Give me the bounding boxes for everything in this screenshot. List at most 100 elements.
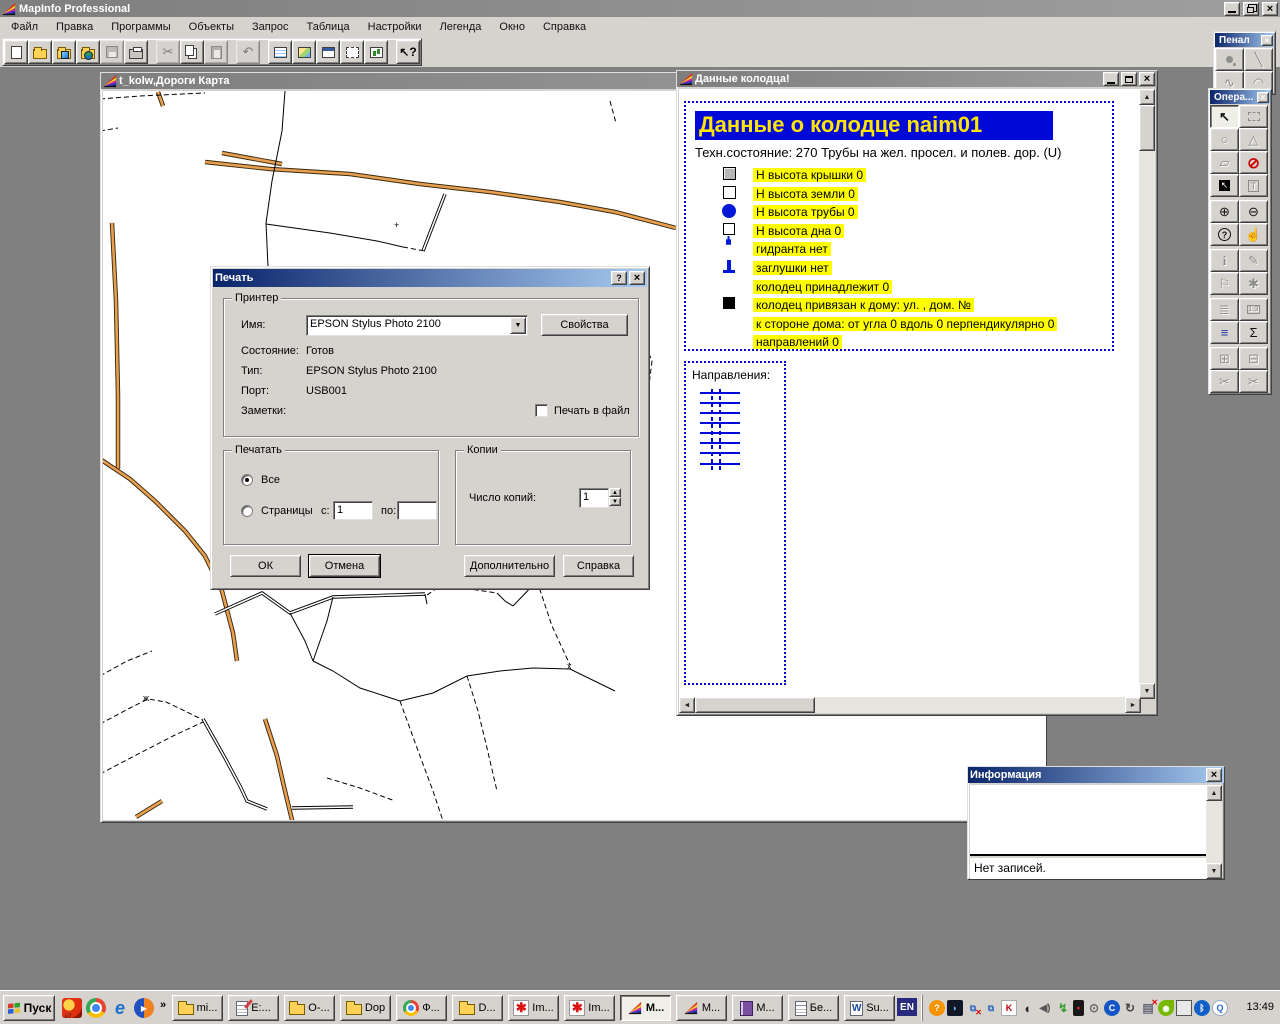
pages-from-input[interactable]: 1 (333, 501, 373, 520)
change-view-tool[interactable]: ? (1210, 223, 1239, 246)
taskbar-task-11[interactable]: M... (732, 995, 783, 1021)
well-horizontal-scrollbar[interactable]: ◄ ► (679, 697, 1141, 713)
copy-button[interactable] (180, 40, 204, 64)
printer-error-tray-icon[interactable]: ▤✕ (1140, 1000, 1156, 1016)
ruler-tool[interactable]: 1.3 (1239, 298, 1268, 321)
undo-button[interactable]: ↶ (236, 40, 260, 64)
paint-v7-icon[interactable]: v7 (62, 998, 82, 1018)
graph-select-tool[interactable]: T (1239, 174, 1268, 197)
volume-tray-icon[interactable]: ◀) (1037, 1000, 1053, 1016)
info-window-titlebar[interactable]: Информация × (968, 767, 1224, 783)
scroll-down-button[interactable]: ▼ (1139, 683, 1155, 699)
messenger-question-tray-icon[interactable]: ? (929, 1000, 945, 1016)
print-pages-radio[interactable] (241, 505, 253, 517)
taskbar-task-9[interactable]: M... (620, 995, 671, 1021)
copies-input[interactable]: 1 (579, 488, 609, 508)
open-workspace-button[interactable] (52, 40, 76, 64)
new-browser-button[interactable] (268, 40, 292, 64)
taskbar-task-5[interactable]: Ф... (396, 995, 447, 1021)
menu-файл[interactable]: Файл (2, 19, 47, 35)
pencil-toolbar-titlebar[interactable]: Пенал × (1215, 33, 1274, 47)
taskbar-task-13[interactable]: WSu... (844, 995, 895, 1021)
taskbar-task-2[interactable]: E:... (228, 995, 279, 1021)
pencil-toolbar-close-icon[interactable]: × (1261, 35, 1273, 46)
pan-tool[interactable]: ☝ (1239, 223, 1268, 246)
show-statistics[interactable]: Σ (1239, 321, 1268, 344)
scroll-up-button[interactable]: ▲ (1139, 89, 1155, 105)
paste-button[interactable] (204, 40, 228, 64)
satellite-dish-tray-icon[interactable]: ◖ (1019, 1000, 1035, 1016)
network-tray-icon[interactable]: ⧉ (983, 1000, 999, 1016)
menu-настройки[interactable]: Настройки (359, 19, 431, 35)
scroll-right-button[interactable]: ► (1125, 697, 1141, 713)
set-clip-region[interactable]: ✂ (1239, 370, 1268, 393)
start-button[interactable]: Пуск (3, 995, 55, 1021)
taskbar-task-6[interactable]: D... (452, 995, 503, 1021)
night-mode-tray-icon[interactable]: ◗ (947, 1000, 963, 1016)
new-mapper-button[interactable] (292, 40, 316, 64)
set-target-district[interactable]: ⊞ (1210, 347, 1239, 370)
bluetooth-tray-icon[interactable]: ᛒ (1194, 1000, 1210, 1016)
spin-up-button[interactable]: ▲ (609, 488, 621, 497)
info-scrollbar[interactable]: ▲ ▼ (1206, 785, 1222, 879)
operations-toolbar-titlebar[interactable]: Опера... × (1210, 90, 1270, 104)
print-dialog-titlebar[interactable]: Печать ? × (213, 269, 647, 287)
select-tool[interactable]: ↖ (1210, 105, 1239, 128)
language-indicator[interactable]: EN (897, 998, 917, 1016)
taskbar-task-7[interactable]: ✱Im... (508, 995, 559, 1021)
well-maximize-button[interactable] (1121, 72, 1137, 86)
polygon-select-tool[interactable]: △ (1239, 128, 1268, 151)
radius-select-tool[interactable]: ○ (1210, 128, 1239, 151)
well-layout-canvas[interactable]: Данные о колодце naim01 Техн.состояние: … (679, 89, 1141, 699)
info-tool[interactable]: i (1210, 249, 1239, 272)
spin-down-button[interactable]: ▼ (609, 497, 621, 506)
well-window-titlebar[interactable]: Данные колодца! × (677, 71, 1157, 87)
quicktime-tray-icon[interactable]: Q (1212, 1000, 1228, 1016)
chrome-icon[interactable] (86, 998, 106, 1018)
kaspersky-tray-icon[interactable]: K (1001, 1000, 1017, 1016)
help-button[interactable]: Справка (563, 555, 634, 577)
menu-справка[interactable]: Справка (534, 19, 595, 35)
menu-легенда[interactable]: Легенда (431, 19, 491, 35)
minimize-button[interactable] (1224, 2, 1240, 16)
taskbar-task-10[interactable]: M... (676, 995, 727, 1021)
well-vertical-scrollbar[interactable]: ▲ ▼ (1139, 89, 1155, 699)
drag-map-window-tool[interactable]: ⚐ (1210, 272, 1239, 295)
menu-таблица[interactable]: Таблица (297, 19, 358, 35)
pages-to-input[interactable] (397, 501, 437, 520)
info-scroll-down-button[interactable]: ▼ (1206, 863, 1222, 879)
quick-launch-overflow-chevron[interactable]: » (160, 999, 166, 1011)
help-context-button[interactable]: ↖? (396, 40, 420, 64)
new-redistricter-button[interactable] (364, 40, 388, 64)
new-layout-button[interactable] (340, 40, 364, 64)
ok-button[interactable]: ОК (230, 555, 301, 577)
display-settings-tray-icon[interactable] (1176, 1000, 1192, 1016)
zoom-out-tool[interactable]: ⊖ (1239, 200, 1268, 223)
cpu-meter-tray-icon[interactable]: C (1104, 1000, 1120, 1016)
info-scroll-up-button[interactable]: ▲ (1206, 785, 1222, 801)
power-tray-icon[interactable]: ⊙ (1086, 1000, 1102, 1016)
printer-properties-button[interactable]: Свойства (541, 314, 628, 336)
boundary-select-tool[interactable]: ▱ (1210, 151, 1239, 174)
menu-запрос[interactable]: Запрос (243, 19, 297, 35)
symbol-tool[interactable] (1215, 48, 1244, 71)
usb-device-tray-icon[interactable]: ↯ (1055, 1000, 1071, 1016)
print-all-radio[interactable] (241, 474, 253, 486)
nvidia-tray-icon[interactable]: ◉ (1158, 1000, 1174, 1016)
marquee-select-tool[interactable] (1239, 105, 1268, 128)
taskbar-task-1[interactable]: mi... (172, 995, 223, 1021)
line-tool[interactable]: ╲ (1244, 48, 1273, 71)
well-close-button[interactable]: × (1139, 72, 1155, 86)
open-dbms-button[interactable] (76, 40, 100, 64)
copies-spinner[interactable]: ▲ ▼ (609, 488, 621, 506)
info-close-button[interactable]: × (1206, 768, 1222, 782)
cancel-button[interactable]: Отмена (309, 555, 380, 577)
taskbar-task-4[interactable]: Dop (340, 995, 391, 1021)
media-player-icon[interactable]: ▶ (134, 998, 154, 1018)
invert-selection-tool[interactable]: ↖ (1210, 174, 1239, 197)
layer-control[interactable]: ≣ (1210, 298, 1239, 321)
assign-selected-objects[interactable]: ⊟ (1239, 347, 1268, 370)
unselect-all-tool[interactable]: ⊘ (1239, 151, 1268, 174)
taskbar-task-3[interactable]: O-... (284, 995, 335, 1021)
zoom-in-tool[interactable]: ⊕ (1210, 200, 1239, 223)
